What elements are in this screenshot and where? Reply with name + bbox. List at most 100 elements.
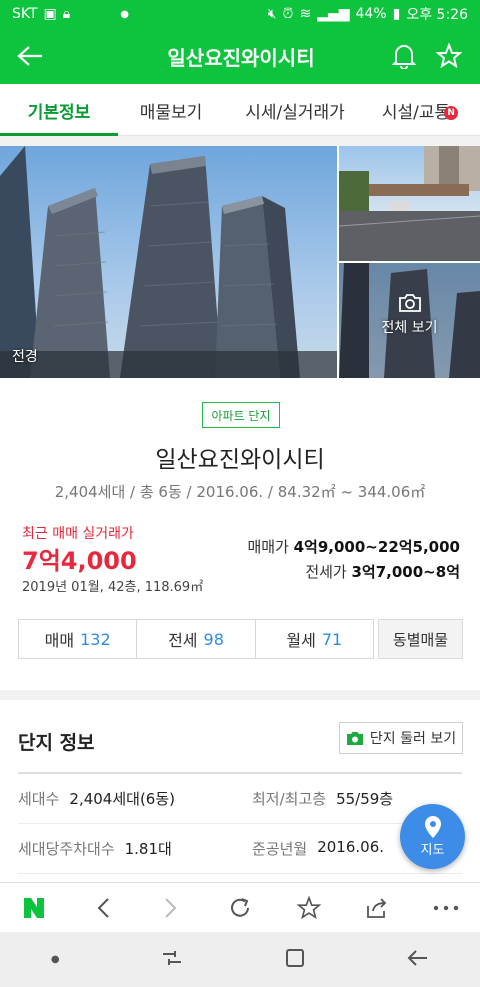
home-square-icon: [286, 948, 305, 967]
view-all-photos-button[interactable]: 전체 보기: [339, 263, 480, 378]
deal-sale-button[interactable]: 매매 132: [19, 620, 138, 658]
deal-lease-button[interactable]: 전세 98: [137, 620, 256, 658]
map-pin-icon: [424, 816, 441, 838]
mute-icon: 🔇︎: [267, 6, 277, 22]
alarm-icon: ⏰︎: [282, 6, 294, 22]
complex-gate-image: [339, 146, 480, 261]
share-button[interactable]: [357, 888, 397, 928]
image-icon: ▣: [43, 6, 57, 22]
lease-price-row: 전세가 3억7,000~8억: [247, 561, 460, 586]
deal-monthly-button[interactable]: 월세 71: [256, 620, 373, 658]
system-back-button[interactable]: [407, 949, 429, 971]
sale-price-row: 매매가 4억9,000~22억5,000: [247, 536, 460, 561]
reload-button[interactable]: [220, 888, 260, 928]
map-label: 지도: [420, 843, 445, 858]
star-icon: [296, 895, 321, 919]
browser-forward-button[interactable]: [151, 888, 191, 928]
recent-price-label: 최근 매매 실거래가: [22, 526, 134, 542]
tab-prices[interactable]: 시세/실거래가: [224, 84, 366, 136]
bell-icon: [392, 45, 416, 69]
sale-price-label: 매매가: [247, 538, 289, 556]
camera-icon: [346, 731, 363, 745]
deal-count: 132: [80, 629, 111, 649]
section-heading: 단지 정보: [18, 732, 95, 754]
deal-count: 98: [203, 629, 224, 649]
chevron-right-icon: [165, 897, 177, 918]
households-value: 2,404세대(6동): [69, 790, 175, 808]
share-icon: [367, 897, 387, 918]
tab-label: 시세/실거래가: [245, 102, 345, 123]
tour-complex-label: 단지 둘러 보기: [369, 731, 457, 747]
photo-caption: 전경: [12, 349, 38, 365]
completion-value: 2016.06.: [317, 838, 384, 856]
gate-photo[interactable]: [339, 146, 480, 261]
price-range: 매매가 4억9,000~22억5,000 전세가 3억7,000~8억: [247, 536, 460, 586]
recent-apps-button[interactable]: [161, 949, 183, 971]
reload-icon: [230, 897, 249, 917]
tab-listings[interactable]: 매물보기: [118, 84, 224, 136]
more-icon: [433, 905, 458, 910]
tab-label: 시설/교통: [381, 102, 451, 123]
tab-basic-info[interactable]: 기본정보: [0, 84, 118, 136]
recent-apps-icon: [163, 950, 182, 965]
tab-facilities[interactable]: 시설/교통 N: [366, 84, 466, 136]
info-row: 세대당주차대수 1.81대 준공년월 2016.06.: [18, 824, 462, 874]
tour-complex-button[interactable]: 단지 둘러 보기: [339, 722, 463, 754]
completion-label: 준공년월: [252, 840, 308, 858]
system-nav-bar: ●: [0, 932, 480, 987]
lease-price-value: 3억7,000~8억: [351, 563, 461, 581]
star-icon: [436, 43, 462, 69]
chevron-left-icon: [97, 897, 109, 918]
back-arrow-icon: [407, 949, 428, 966]
favorite-button[interactable]: [436, 43, 462, 69]
tab-label: 매물보기: [139, 102, 203, 123]
recent-price: 7억4,000: [22, 547, 137, 575]
view-all-label: 전체 보기: [381, 320, 438, 336]
carrier-label: SKT: [12, 6, 38, 22]
summary-section: 아파트 단지 일산요진와이시티 2,404세대 / 총 6동 / 2016.06…: [0, 378, 480, 690]
clock: 오후 5:26: [406, 7, 468, 23]
deal-type-tabs: 매매 132 전세 98 월세 71: [18, 619, 374, 659]
tab-label-wrap: 시설/교통 N: [381, 98, 459, 123]
wifi-icon: ≋: [299, 6, 312, 22]
parking-label: 세대당주차대수: [18, 840, 115, 858]
battery-icon: ▮: [392, 6, 401, 22]
signal-icon: ▂▄▆: [317, 6, 350, 22]
notification-button[interactable]: [392, 43, 416, 69]
main-photo[interactable]: 전경: [0, 146, 337, 378]
households-label: 세대수: [18, 790, 60, 808]
naver-home-button[interactable]: [14, 888, 54, 928]
bookmark-button[interactable]: [289, 888, 329, 928]
complex-name: 일산요진와이시티: [155, 447, 325, 473]
home-button[interactable]: [285, 948, 305, 972]
app-header: 일산요진와이시티: [0, 28, 480, 84]
back-button[interactable]: [0, 28, 60, 84]
browser-back-button[interactable]: [83, 888, 123, 928]
deal-label: 전세: [168, 631, 198, 650]
sale-price-value: 4억9,000~22억5,000: [293, 538, 460, 556]
lock-icon: 🔒︎: [62, 6, 71, 22]
map-button[interactable]: 지도: [400, 804, 465, 869]
deal-label: 월세: [286, 631, 316, 650]
view-all-label-group: 전체 보기: [339, 293, 480, 337]
camera-icon: [398, 294, 421, 312]
nav-dot-icon: ●: [50, 954, 60, 965]
by-building-listings-button[interactable]: 동별매물: [378, 619, 463, 659]
type-tag: 아파트 단지: [202, 402, 280, 428]
floors-label: 최저/최고층: [252, 790, 327, 808]
complex-subtitle: 2,404세대 / 총 6동 / 2016.06. / 84.32㎡ ~ 344…: [54, 483, 426, 501]
parking-value: 1.81대: [124, 840, 172, 858]
browser-toolbar: [0, 882, 480, 932]
battery-percent: 44%: [355, 6, 387, 22]
more-button[interactable]: [426, 888, 466, 928]
apartment-towers-image: [0, 146, 337, 378]
recent-price-detail: 2019년 01월, 42층, 118.69㎡: [22, 580, 204, 595]
new-badge: N: [444, 105, 459, 120]
naver-logo-icon: [24, 897, 45, 918]
status-bar: SKT ▣ 🔒︎ ● 🔇︎ ⏰︎ ≋ ▂▄▆ 44% ▮ 오후 5:26: [0, 0, 480, 28]
arrow-left-icon: [17, 46, 42, 66]
lease-price-label: 전세가: [305, 563, 347, 581]
notification-dot-icon: ●: [120, 8, 129, 20]
tab-label: 기본정보: [27, 102, 91, 123]
floors-value: 55/59층: [336, 790, 394, 808]
